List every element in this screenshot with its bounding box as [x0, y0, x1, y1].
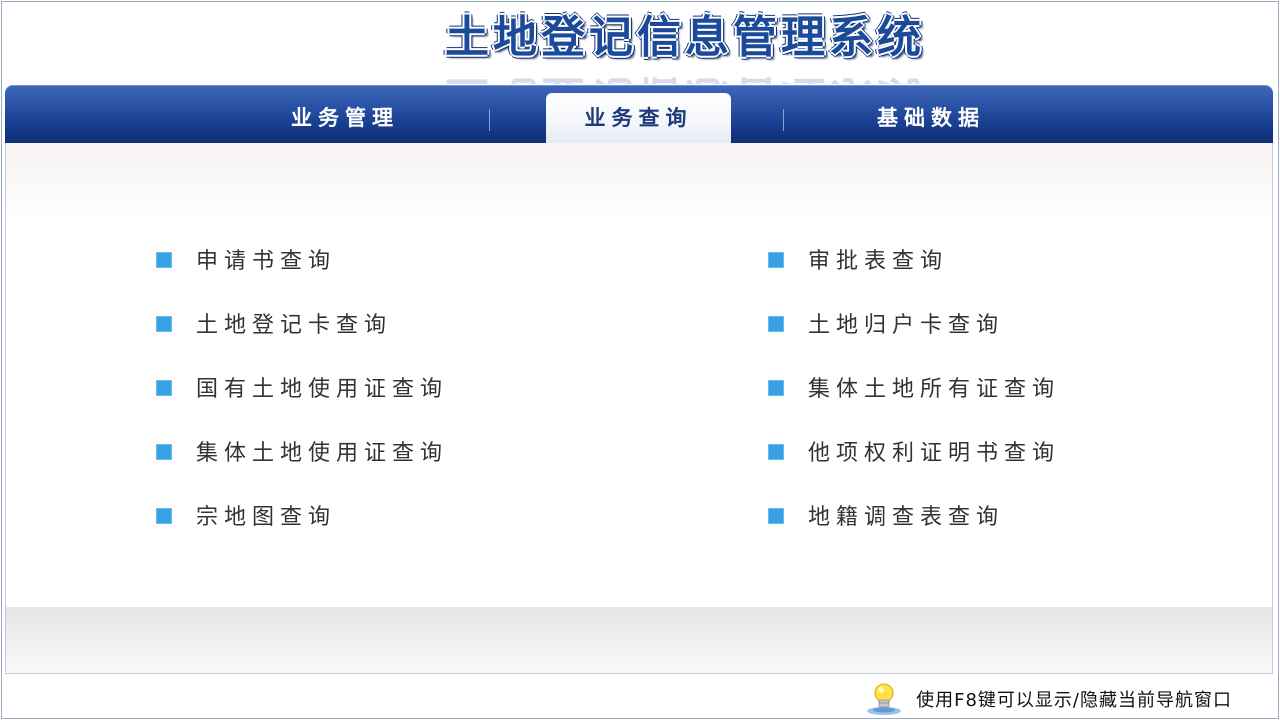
- square-bullet-icon: [768, 444, 784, 460]
- query-link-label: 申请书查询: [196, 249, 337, 274]
- query-link-label: 集体土地所有证查询: [808, 377, 1061, 402]
- nav-divider: [489, 109, 490, 131]
- query-link-label: 土地归户卡查询: [808, 313, 1005, 338]
- tab-business-management[interactable]: 业务管理: [245, 103, 445, 133]
- square-bullet-icon: [768, 508, 784, 524]
- query-link-label: 国有土地使用证查询: [196, 377, 449, 402]
- query-link-label: 宗地图查询: [196, 505, 337, 530]
- query-link-label: 地籍调查表查询: [808, 505, 1005, 530]
- panel-top-gradient: [6, 143, 1272, 223]
- f8-toggle-hint: 使用F8键可以显示/隐藏当前导航窗口: [916, 690, 1232, 711]
- query-panel: 申请书查询 土地登记卡查询 国有土地使用证查询 集体土地使用证查询 宗地图查询 …: [5, 143, 1273, 674]
- square-bullet-icon: [156, 444, 172, 460]
- query-link-land-household-card[interactable]: 土地归户卡查询: [768, 311, 1004, 341]
- app-title-reflection: 土地登记信息管理系统: [0, 66, 1280, 84]
- query-link-application[interactable]: 申请书查询: [156, 247, 336, 277]
- query-link-collective-land-ownership-cert[interactable]: 集体土地所有证查询: [768, 375, 1060, 405]
- square-bullet-icon: [768, 380, 784, 396]
- tab-business-query[interactable]: 业务查询: [546, 93, 731, 143]
- query-link-label: 土地登记卡查询: [196, 313, 393, 338]
- lightbulb-icon: [867, 683, 902, 715]
- query-link-cadastral-survey-form[interactable]: 地籍调查表查询: [768, 503, 1004, 533]
- tab-basic-data[interactable]: 基础数据: [831, 103, 1031, 133]
- square-bullet-icon: [768, 316, 784, 332]
- query-link-land-registration-card[interactable]: 土地登记卡查询: [156, 311, 392, 341]
- query-link-label: 集体土地使用证查询: [196, 441, 449, 466]
- square-bullet-icon: [156, 316, 172, 332]
- main-nav-bar: 业务管理 业务查询 基础数据: [5, 85, 1273, 143]
- square-bullet-icon: [156, 380, 172, 396]
- nav-divider: [783, 109, 784, 131]
- app-header: 土地登记信息管理系统: [0, 8, 1280, 68]
- query-link-approval-form[interactable]: 审批表查询: [768, 247, 948, 277]
- square-bullet-icon: [156, 252, 172, 268]
- square-bullet-icon: [768, 252, 784, 268]
- query-link-state-land-use-cert[interactable]: 国有土地使用证查询: [156, 375, 448, 405]
- query-link-parcel-map[interactable]: 宗地图查询: [156, 503, 336, 533]
- query-link-label: 他项权利证明书查询: [808, 441, 1061, 466]
- square-bullet-icon: [156, 508, 172, 524]
- query-link-label: 审批表查询: [808, 249, 949, 274]
- query-link-collective-land-use-cert[interactable]: 集体土地使用证查询: [156, 439, 448, 469]
- query-link-other-rights-cert[interactable]: 他项权利证明书查询: [768, 439, 1060, 469]
- panel-bottom-gradient: [6, 607, 1272, 673]
- app-title-reflection-text: 土地登记信息管理系统: [445, 66, 925, 84]
- footer-hint: 使用F8键可以显示/隐藏当前导航窗口: [864, 683, 1232, 715]
- app-title: 土地登记信息管理系统: [445, 12, 925, 63]
